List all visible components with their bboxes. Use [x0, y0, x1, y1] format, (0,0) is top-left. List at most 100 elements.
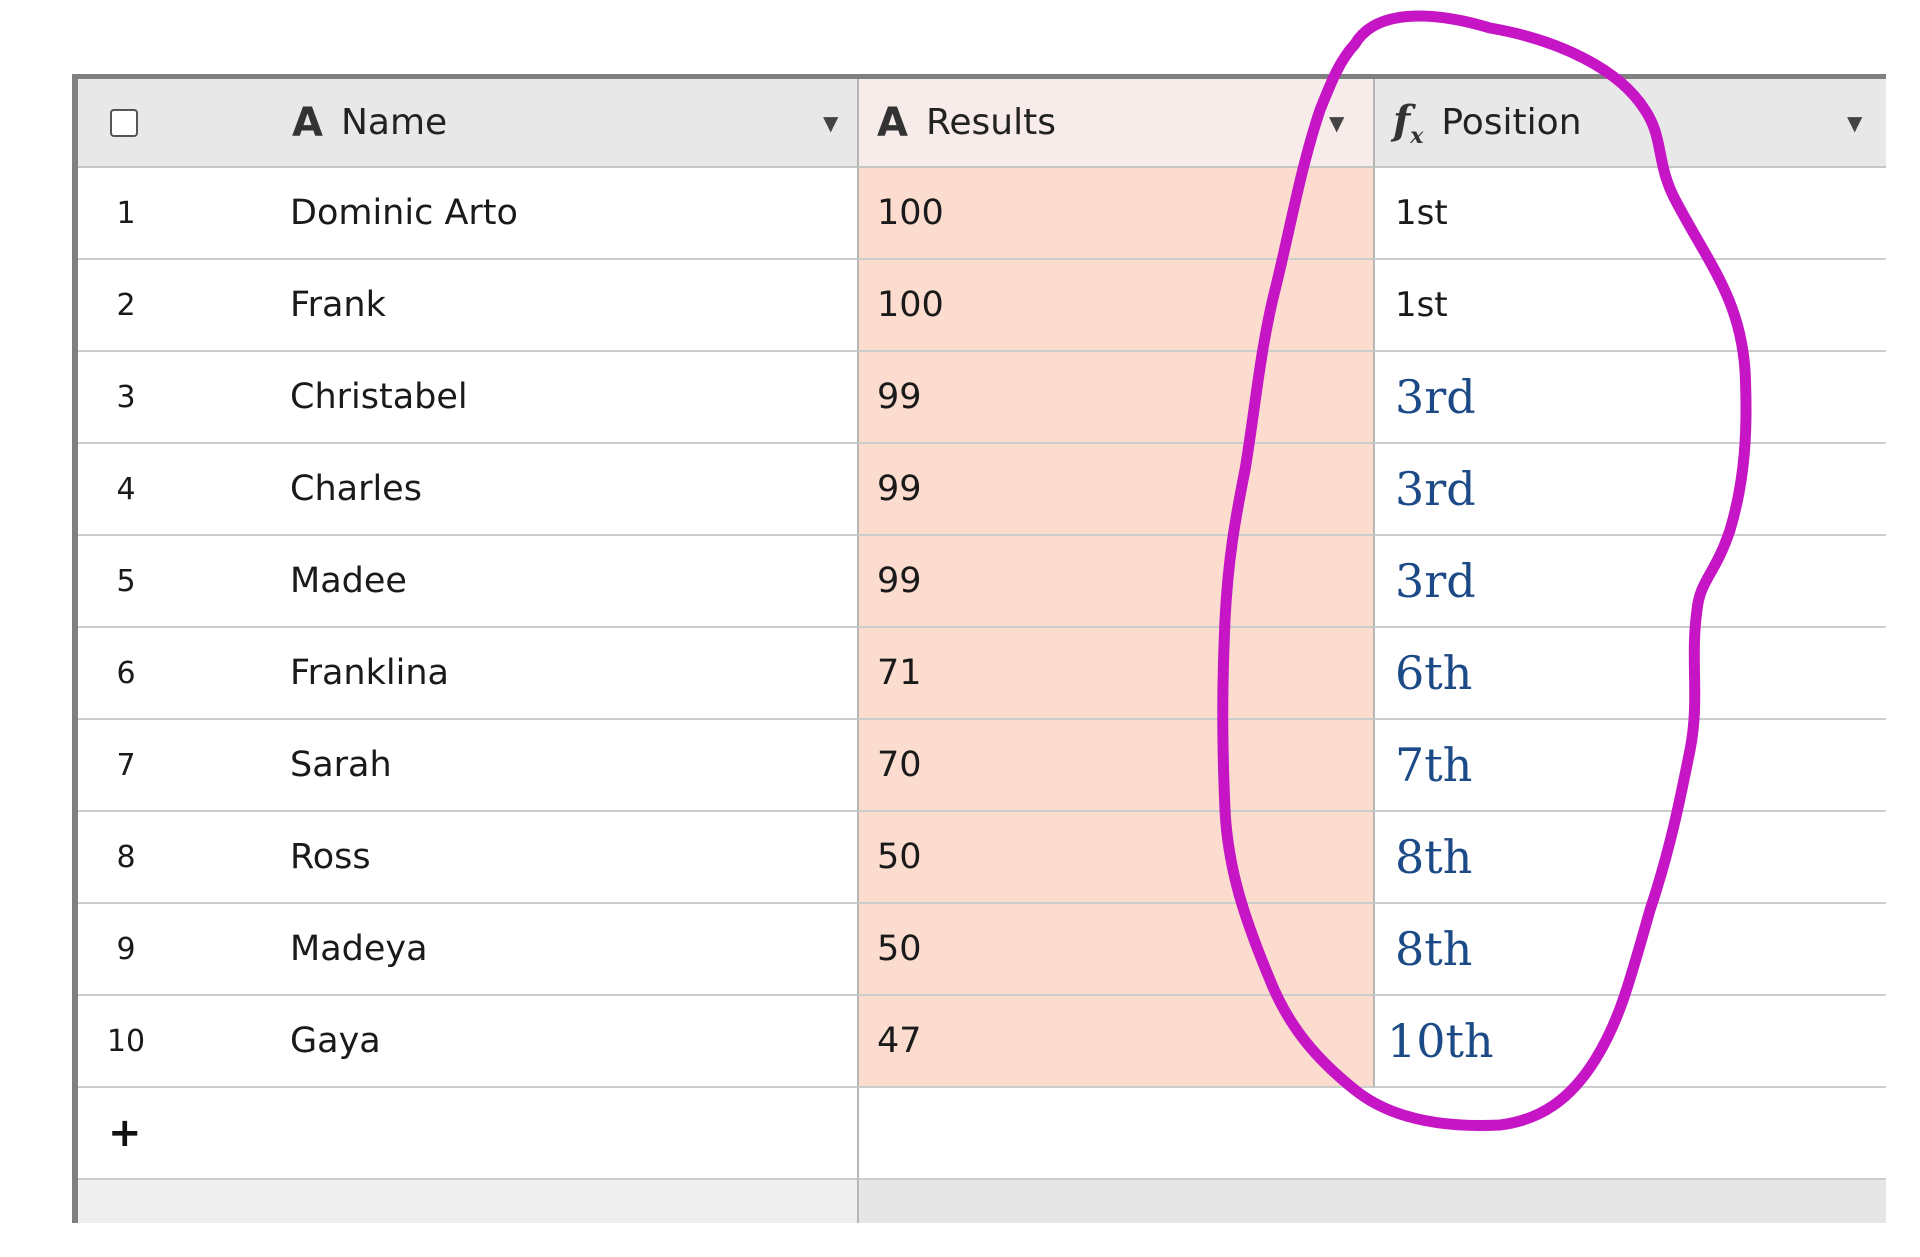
- name-cell[interactable]: 9 Madeya: [78, 904, 857, 996]
- position-cell[interactable]: 8th: [1373, 904, 1886, 996]
- plus-icon[interactable]: +: [108, 1110, 142, 1156]
- table-row[interactable]: 1 Dominic Arto 100 1st: [78, 168, 1886, 260]
- results-cell[interactable]: 71: [857, 628, 1373, 720]
- empty-cell: [857, 1088, 1886, 1180]
- results-cell[interactable]: 99: [857, 536, 1373, 628]
- name-value: Frank: [290, 285, 386, 325]
- add-row-cell[interactable]: +: [78, 1088, 857, 1180]
- table-row[interactable]: 5 Madee 99 3rd: [78, 536, 1886, 628]
- position-value-handwritten: 6th: [1395, 646, 1473, 700]
- footer-row: [78, 1180, 1886, 1223]
- results-value: 47: [877, 1021, 922, 1061]
- position-cell[interactable]: 7th: [1373, 720, 1886, 812]
- name-column-label: Name: [340, 102, 448, 143]
- name-cell[interactable]: 4 Charles: [78, 444, 857, 536]
- chevron-down-icon[interactable]: ▼: [1847, 79, 1862, 166]
- name-column-header[interactable]: A Name ▼: [78, 79, 857, 168]
- name-value: Dominic Arto: [290, 193, 518, 233]
- name-cell[interactable]: 7 Sarah: [78, 720, 857, 812]
- table-row[interactable]: 9 Madeya 50 8th: [78, 904, 1886, 996]
- name-value: Christabel: [290, 377, 468, 417]
- results-cell[interactable]: 50: [857, 904, 1373, 996]
- header-row: A Name ▼ A Results ▼ fx Position ▼: [78, 79, 1886, 168]
- name-value: Madeya: [290, 929, 428, 969]
- results-value: 50: [877, 837, 922, 877]
- results-value: 99: [877, 469, 922, 509]
- name-cell[interactable]: 3 Christabel: [78, 352, 857, 444]
- name-cell[interactable]: 10 Gaya: [78, 996, 857, 1088]
- results-value: 70: [877, 745, 922, 785]
- position-value: 1st: [1395, 193, 1448, 233]
- position-value-handwritten: 10th: [1387, 1014, 1494, 1068]
- results-value: 99: [877, 561, 922, 601]
- position-value: 1st: [1395, 285, 1448, 325]
- name-value: Sarah: [290, 745, 392, 785]
- position-value-handwritten: 3rd: [1395, 462, 1476, 516]
- name-cell[interactable]: 8 Ross: [78, 812, 857, 904]
- results-cell[interactable]: 99: [857, 444, 1373, 536]
- name-value: Gaya: [290, 1021, 381, 1061]
- position-cell[interactable]: 10th: [1373, 996, 1886, 1088]
- results-value: 50: [877, 929, 922, 969]
- table-row[interactable]: 2 Frank 100 1st: [78, 260, 1886, 352]
- row-number: 5: [116, 563, 136, 599]
- name-cell[interactable]: 2 Frank: [78, 260, 857, 352]
- table-row[interactable]: 10 Gaya 47 10th: [78, 996, 1886, 1088]
- results-cell[interactable]: 100: [857, 260, 1373, 352]
- results-cell[interactable]: 100: [857, 168, 1373, 260]
- results-column-label: Results: [925, 102, 1056, 143]
- chevron-down-icon[interactable]: ▼: [1329, 79, 1344, 166]
- select-all-checkbox[interactable]: [110, 109, 138, 137]
- row-number: 4: [116, 471, 136, 507]
- name-value: Ross: [290, 837, 371, 877]
- position-cell[interactable]: 1st: [1373, 260, 1886, 352]
- position-cell[interactable]: 1st: [1373, 168, 1886, 260]
- row-number: 6: [116, 655, 136, 691]
- row-number: 10: [106, 1023, 146, 1059]
- position-cell[interactable]: 3rd: [1373, 444, 1886, 536]
- text-type-icon: A: [292, 99, 323, 146]
- formula-fx-icon: fx: [1393, 96, 1424, 149]
- position-cell[interactable]: 3rd: [1373, 536, 1886, 628]
- results-value: 100: [877, 193, 944, 233]
- position-value-handwritten: 3rd: [1395, 554, 1476, 608]
- position-value-handwritten: 3rd: [1395, 370, 1476, 424]
- position-cell[interactable]: 3rd: [1373, 352, 1886, 444]
- results-value: 71: [877, 653, 922, 693]
- results-column-header[interactable]: A Results ▼: [857, 79, 1373, 168]
- results-cell[interactable]: 99: [857, 352, 1373, 444]
- results-value: 100: [877, 285, 944, 325]
- name-cell[interactable]: 6 Franklina: [78, 628, 857, 720]
- position-value-handwritten: 8th: [1395, 830, 1473, 884]
- footer-cell: [78, 1180, 857, 1223]
- name-value: Madee: [290, 561, 407, 601]
- footer-cell: [857, 1180, 1886, 1223]
- row-number: 2: [116, 287, 136, 323]
- chevron-down-icon[interactable]: ▼: [823, 79, 838, 166]
- name-value: Charles: [290, 469, 422, 509]
- results-cell[interactable]: 70: [857, 720, 1373, 812]
- data-grid: A Name ▼ A Results ▼ fx Position ▼ 1 Dom…: [72, 74, 1886, 1223]
- row-number: 7: [116, 747, 136, 783]
- position-column-label: Position: [1441, 102, 1582, 143]
- row-number: 8: [116, 839, 136, 875]
- table-row[interactable]: 6 Franklina 71 6th: [78, 628, 1886, 720]
- table-row[interactable]: 4 Charles 99 3rd: [78, 444, 1886, 536]
- position-cell[interactable]: 6th: [1373, 628, 1886, 720]
- position-value-handwritten: 8th: [1395, 922, 1473, 976]
- row-number: 3: [116, 379, 136, 415]
- results-cell[interactable]: 47: [857, 996, 1373, 1088]
- add-row[interactable]: +: [78, 1088, 1886, 1180]
- table-row[interactable]: 7 Sarah 70 7th: [78, 720, 1886, 812]
- text-type-icon: A: [877, 99, 908, 146]
- table-row[interactable]: 3 Christabel 99 3rd: [78, 352, 1886, 444]
- row-number: 1: [116, 195, 136, 231]
- results-value: 99: [877, 377, 922, 417]
- position-column-header[interactable]: fx Position ▼: [1373, 79, 1886, 168]
- table-row[interactable]: 8 Ross 50 8th: [78, 812, 1886, 904]
- name-cell[interactable]: 1 Dominic Arto: [78, 168, 857, 260]
- name-cell[interactable]: 5 Madee: [78, 536, 857, 628]
- position-value-handwritten: 7th: [1395, 738, 1473, 792]
- results-cell[interactable]: 50: [857, 812, 1373, 904]
- position-cell[interactable]: 8th: [1373, 812, 1886, 904]
